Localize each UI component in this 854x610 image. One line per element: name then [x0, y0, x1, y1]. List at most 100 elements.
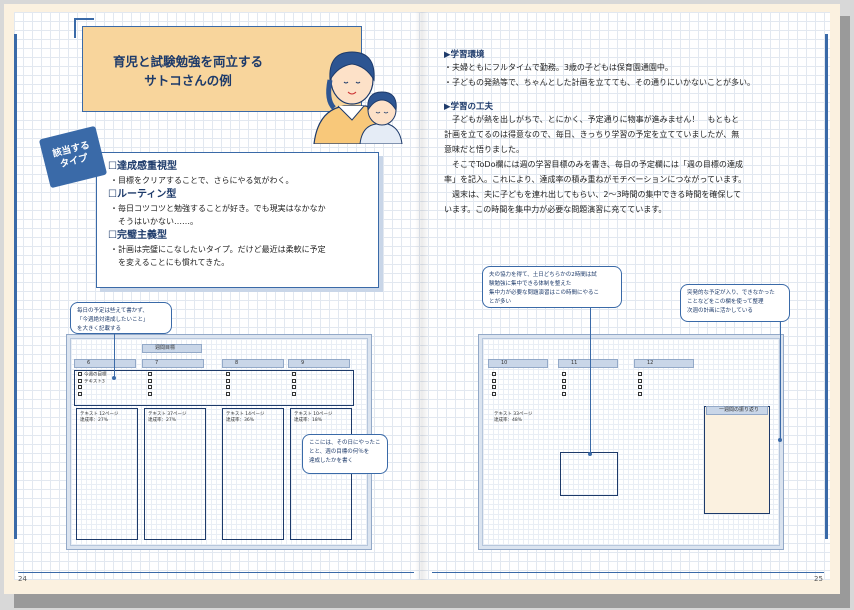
checkbox-icon: [148, 372, 152, 376]
type-line: ・計画は完璧にこなしたいタイプ。だけど最近は柔軟に予定: [110, 244, 326, 254]
checkbox-icon: [562, 378, 566, 383]
callout-leader-line: [780, 322, 781, 440]
work-line: 計画を立てるのは得意なので、毎日、きっちり学習の予定を立てていましたが、無: [444, 130, 740, 139]
checkbox-icon: [492, 391, 496, 396]
day-header: 12: [634, 359, 694, 368]
callout-line: ここには、その日にやったこ: [309, 440, 381, 446]
type-head-achievement: ☐達成感重視型: [108, 161, 177, 172]
checkbox-icon: [638, 378, 642, 383]
checkbox-icon: [226, 378, 230, 383]
todo-goal: 今週の目標: [84, 372, 107, 378]
checkbox-icon: [292, 391, 296, 396]
day-column: [290, 408, 352, 540]
work-heading: ▶学習の工夫: [444, 102, 494, 112]
review-head: 一週間の振り返り: [706, 406, 768, 415]
day-header: 6: [74, 359, 136, 368]
rate-text: 達成率：27%: [80, 418, 109, 423]
env-heading: ▶学習環境: [444, 50, 485, 60]
type-line: ・目標をクリアすることで、さらにやる気がわく。: [110, 176, 294, 185]
work-text: 子どもが熱を出しがちで、とにかく、予定通りに物事が進みません！ もともと 計画を…: [444, 112, 816, 217]
study-entry: テキスト 10ページ 達成率：18%: [294, 412, 332, 424]
checkbox-icon: [562, 385, 566, 389]
callout-line: 夫の協力を得て、土日どちらかの2時間は試: [489, 272, 597, 278]
day-header: 9: [288, 359, 350, 368]
title-line-2: サトコさんの例: [144, 73, 232, 88]
callout-leader-line: [114, 334, 115, 378]
callout-line: 集中力が必要な問題演習はこの時間にやるこ: [489, 290, 600, 296]
day-header: 10: [488, 359, 548, 368]
day-header: 11: [558, 359, 618, 368]
callout-line: 突発的な予定が入り、できなかった: [687, 290, 775, 296]
todo-checkboxes: [492, 372, 498, 398]
callout-review: 突発的な予定が入り、できなかった ことなどをこの欄を使って整理 次週の計画に活か…: [680, 284, 790, 322]
checkbox-icon: [492, 372, 496, 376]
callout-line: 次週の計画に活かしている: [687, 308, 753, 314]
todo-checkboxes: [562, 372, 568, 398]
checkbox-icon: [148, 378, 152, 383]
callout-dot: [112, 376, 116, 380]
book-spread: 24 25 育児と試験勉強を両立する サトコさんの例 該当する タイプ ☐達成感…: [4, 4, 840, 594]
callout-line: ことなどをこの欄を使って整理: [687, 299, 764, 305]
rate-text: 達成率：18%: [294, 418, 323, 423]
type-line: を変えることにも慣れてきた。: [110, 258, 230, 267]
study-entry: テキスト 33ページ 達成率：48%: [494, 412, 532, 424]
callout-dot: [778, 438, 782, 442]
checkbox-icon: [292, 378, 296, 383]
type-list: ☐達成感重視型 ・目標をクリアすることで、さらにやる気がわく。 ☐ルーティン型 …: [108, 160, 378, 270]
callout-line: 毎日の予定は些えて書かず、: [77, 308, 148, 314]
day-column: [76, 408, 138, 540]
callout-line: とが多い: [489, 299, 512, 305]
weekend-block: [560, 452, 618, 496]
checkbox-icon: [292, 372, 296, 376]
checkbox-icon: [562, 391, 566, 396]
callout-weekly-goal: 毎日の予定は些えて書かず、 「今週絶対達成したいこと」 を大きく記載する: [70, 302, 172, 334]
checkbox-icon: [638, 391, 642, 396]
type-head-perfectionist: ☐完璧主義型: [108, 229, 167, 241]
work-line: います。この時間を集中力が必要な問題演習に充てています。: [444, 205, 667, 214]
work-line: そこでToDo欄には週の学習目標のみを書き、毎日の予定欄には「週の目標の達成: [444, 160, 743, 169]
todo-area: [74, 370, 354, 406]
type-head-routine: ☐ルーティン型: [108, 188, 177, 200]
work-line: 週末は、夫に子どもを連れ出してもらい、2～3時間の集中できる時間を確保して: [444, 190, 742, 199]
checkbox-icon: [148, 391, 152, 396]
type-line: ・毎日コツコツと勉強することが好き。でも現実はなかなか: [110, 203, 326, 213]
work-line: 意味だと悟りました。: [444, 145, 524, 154]
checkbox-icon: [562, 372, 566, 376]
todo-item: テキスト3: [84, 379, 105, 384]
mother-child-illustration: [313, 51, 403, 144]
callout-line: とと、週の目標の何％を: [309, 449, 370, 455]
checkbox-icon: [78, 372, 82, 376]
callout-daily-record: ここには、その日にやったこ とと、週の目標の何％を 達成したかを書く: [302, 434, 388, 474]
study-entry: テキスト 12ページ 達成率：27%: [80, 412, 118, 424]
todo-checkboxes: [638, 372, 644, 398]
checkbox-icon: [292, 385, 296, 389]
rate-text: 達成率：48%: [494, 418, 523, 423]
day-column: [144, 408, 206, 540]
checkbox-icon: [78, 385, 82, 389]
callout-line: 験勉強に集中できる体制を整えた: [489, 281, 572, 287]
todo-checkboxes: [292, 372, 298, 398]
work-line: 率」を記入。これにより、達成率の積み重ねがモチベーションにつながっています。: [444, 175, 747, 184]
checkbox-icon: [148, 385, 152, 389]
checkbox-icon: [638, 385, 642, 389]
study-entry: テキスト 37ページ 達成率：27%: [148, 412, 186, 424]
right-footer-line: [432, 572, 824, 573]
checkbox-icon: [226, 372, 230, 376]
review-box: [704, 406, 770, 514]
right-edge-bar: [825, 34, 828, 539]
todo-checkboxes: [226, 372, 232, 398]
env-line: ・子どもの発熱等で、ちゃんとした計画を立てても、その通りにいかないことが多い。: [444, 78, 756, 87]
todo-text: 今週の目標 テキスト3: [78, 372, 107, 398]
left-page-number: 24: [18, 575, 27, 583]
callout-leader-line: [590, 308, 591, 454]
study-entry: テキスト 14ページ 達成率：36%: [226, 412, 264, 424]
callout-dot: [588, 452, 592, 456]
rate-text: 達成率：27%: [148, 418, 177, 423]
todo-checkboxes: [148, 372, 154, 398]
env-text: ・夫婦ともにフルタイムで勤務。3歳の子どもは保育園通園中。 ・子どもの発熱等で、…: [444, 60, 816, 90]
callout-line: を大きく記載する: [77, 326, 122, 332]
checkbox-icon: [226, 391, 230, 396]
checkbox-icon: [492, 378, 496, 383]
checkbox-icon: [78, 391, 82, 396]
rate-text: 達成率：36%: [226, 418, 255, 423]
